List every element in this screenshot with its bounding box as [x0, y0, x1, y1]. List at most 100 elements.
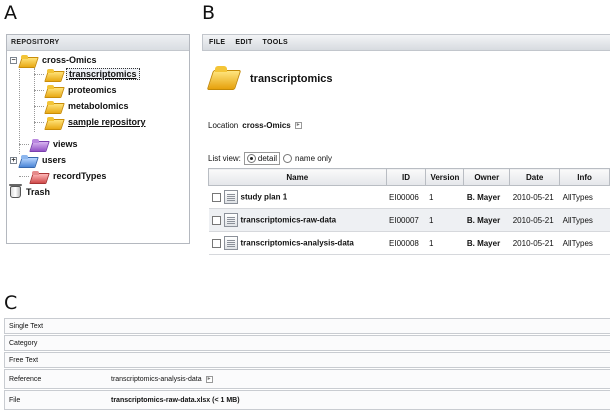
item-name-link[interactable]: study plan 1 [241, 193, 288, 202]
table-row[interactable]: transcriptomics-raw-data EI00007 1 B. Ma… [208, 208, 610, 232]
collapse-icon[interactable]: − [10, 56, 17, 64]
tree-node-label: views [53, 139, 78, 149]
field-label: Free Text [9, 356, 39, 364]
item-owner[interactable]: B. Mayer [463, 231, 510, 255]
field-row-reference: Reference transcriptomics-analysis-data … [4, 369, 610, 389]
location-menu-icon[interactable]: ▸ [294, 122, 302, 129]
tree-node-transcriptomics[interactable]: transcriptomics [46, 67, 140, 81]
column-header-id[interactable]: ID [385, 168, 427, 186]
tree-node-label: proteomics [68, 85, 117, 95]
folder-icon [46, 84, 63, 96]
tree-node-label: sample repository [68, 117, 146, 127]
menu-file[interactable]: File [209, 39, 225, 46]
field-row-free-text: Free Text [4, 352, 610, 368]
document-icon [223, 213, 238, 227]
tree-node-metabolomics[interactable]: metabolomics [46, 99, 131, 113]
item-date: 2010-05-21 [509, 208, 560, 232]
radio-detail[interactable] [246, 154, 256, 163]
column-header-date[interactable]: Date [509, 168, 561, 186]
folder-icon [46, 116, 63, 128]
list-view-row: List view: detail name only [208, 152, 332, 165]
row-checkbox[interactable] [211, 215, 221, 225]
radio-name-only[interactable] [283, 154, 293, 163]
tree-node-views[interactable]: views [31, 137, 80, 151]
trash-icon [9, 184, 22, 198]
tree-node-label: recordTypes [53, 171, 107, 181]
menu-tools[interactable]: Tools [263, 39, 288, 46]
table-row[interactable]: study plan 1 EI00006 1 B. Mayer 2010-05-… [208, 185, 610, 209]
field-row-category: Category [4, 335, 610, 351]
location-row: Location cross-Omics ▸ [208, 121, 302, 130]
item-info: AllTypes [559, 231, 610, 255]
list-view-label: List view: [208, 154, 241, 163]
reference-value[interactable]: transcriptomics-analysis-data ▸ [111, 375, 213, 383]
tree-node-label: cross-Omics [42, 55, 97, 65]
location-label: Location [208, 121, 239, 130]
repository-panel: Repository − cross-Omics transcriptomics… [6, 34, 190, 244]
item-id: EI00008 [386, 231, 426, 255]
panel-label-b: B [202, 2, 216, 24]
column-header-name[interactable]: Name [208, 168, 387, 186]
field-row-single-text: Single Text [4, 318, 610, 334]
record-fields-panel: Single Text Category Free Text Reference… [4, 318, 610, 410]
repository-header: Repository [7, 35, 189, 51]
item-id: EI00007 [386, 208, 426, 232]
view-detail-option[interactable]: detail [243, 152, 281, 165]
views-folder-icon [31, 138, 48, 150]
tree-node-sample-repository[interactable]: sample repository [46, 115, 148, 129]
view-name-only-label: name only [295, 154, 332, 163]
row-checkbox[interactable] [211, 192, 221, 202]
document-icon [223, 190, 238, 204]
table-row[interactable]: transcriptomics-analysis-data EI00008 1 … [208, 231, 610, 255]
folder-icon [46, 100, 63, 112]
panel-label-a: A [4, 2, 17, 24]
panel-label-c: C [4, 292, 18, 314]
row-checkbox[interactable] [211, 238, 221, 248]
reference-link[interactable]: transcriptomics-analysis-data [111, 376, 202, 383]
field-label: Reference [9, 375, 42, 383]
document-icon [223, 236, 238, 250]
item-date: 2010-05-21 [509, 185, 560, 209]
item-version: 1 [425, 208, 464, 232]
items-table: Name ID Version Owner Date Info study pl… [208, 168, 610, 255]
file-link[interactable]: transcriptomics-raw-data.xlsx (< 1 MB) [111, 397, 240, 404]
folder-view-panel: File Edit Tools transcriptomics Location… [202, 34, 610, 264]
tree-node-users[interactable]: + users [10, 153, 68, 167]
item-info: AllTypes [559, 208, 610, 232]
field-row-file: File transcriptomics-raw-data.xlsx (< 1 … [4, 390, 610, 410]
item-id: EI00006 [386, 185, 426, 209]
recordtypes-folder-icon [31, 170, 48, 182]
tree-node-label: transcriptomics [66, 68, 140, 80]
users-folder-icon [20, 154, 37, 166]
folder-title: transcriptomics [250, 73, 333, 85]
tree-node-cross-omics[interactable]: − cross-Omics [10, 53, 99, 67]
item-name-link[interactable]: transcriptomics-analysis-data [241, 239, 354, 248]
field-label: Category [9, 339, 38, 347]
item-date: 2010-05-21 [509, 231, 560, 255]
item-owner[interactable]: B. Mayer [463, 185, 510, 209]
reference-menu-icon[interactable]: ▸ [205, 375, 213, 383]
item-version: 1 [425, 231, 464, 255]
menu-bar: File Edit Tools [202, 34, 610, 51]
tree-node-proteomics[interactable]: proteomics [46, 83, 119, 97]
menu-edit[interactable]: Edit [235, 39, 252, 46]
tree-node-label: Trash [26, 187, 51, 197]
folder-icon [20, 54, 37, 66]
tree-node-trash[interactable]: Trash [9, 184, 52, 199]
item-owner[interactable]: B. Mayer [463, 208, 510, 232]
folder-large-icon [210, 64, 242, 90]
column-header-version[interactable]: Version [425, 168, 465, 186]
field-label: File [9, 396, 21, 404]
view-detail-label: detail [257, 154, 278, 163]
tree-node-label: users [42, 155, 67, 165]
tree-node-label: metabolomics [68, 101, 129, 111]
item-name-link[interactable]: transcriptomics-raw-data [241, 216, 337, 225]
item-info: AllTypes [559, 185, 610, 209]
folder-icon [46, 68, 63, 80]
tree-node-recordtypes[interactable]: recordTypes [31, 169, 108, 183]
item-version: 1 [425, 185, 464, 209]
column-header-owner[interactable]: Owner [463, 168, 511, 186]
location-value[interactable]: cross-Omics [242, 121, 290, 130]
expand-icon[interactable]: + [10, 156, 17, 164]
column-header-info[interactable]: Info [559, 168, 610, 186]
